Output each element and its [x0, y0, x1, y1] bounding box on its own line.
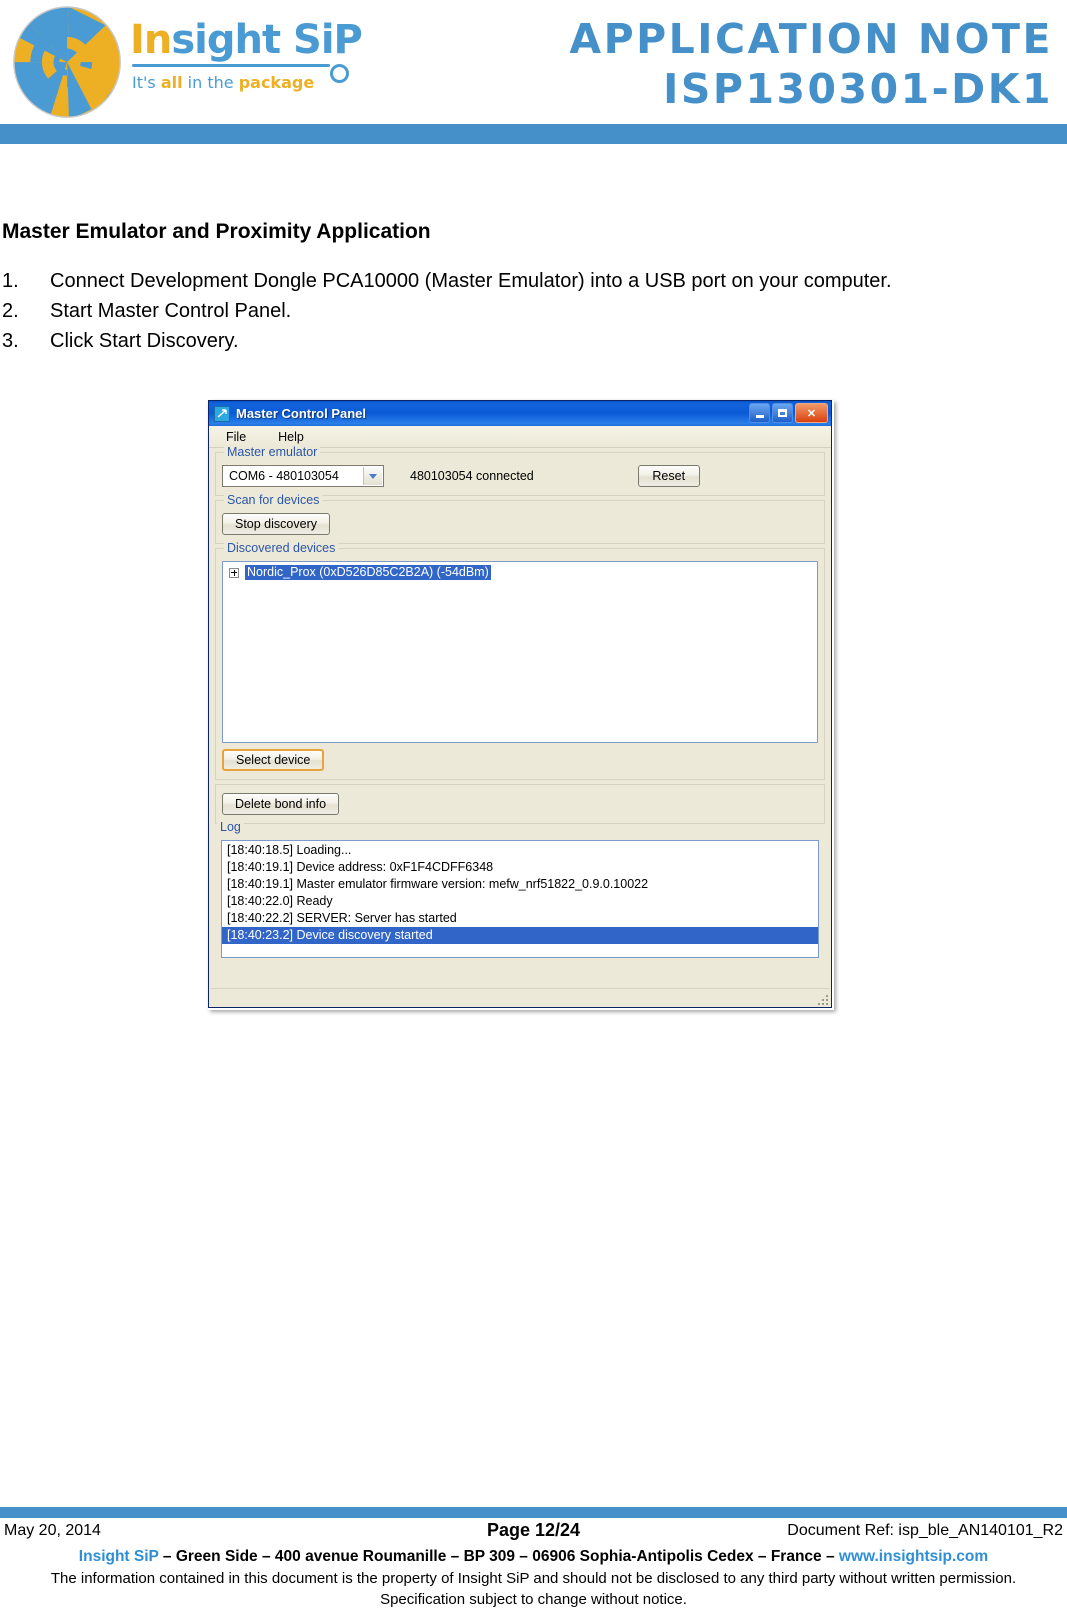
- footer-disclaimer-line2: Specification subject to change without …: [380, 1591, 687, 1608]
- window-client-area: Master emulator COM6 - 480103054 4801030…: [209, 445, 831, 964]
- window-statusbar: [210, 988, 830, 1006]
- logo-wordmark: Insight SiP It's all in the package: [130, 17, 363, 94]
- log-group: Log [18:40:18.5] Loading... [18:40:19.1]…: [215, 820, 825, 964]
- master-control-panel-window: Master Control Panel ✕ File Help Master …: [208, 400, 832, 1008]
- scan-for-devices-group: Scan for devices Stop discovery: [215, 493, 825, 544]
- list-item: 3. Click Start Discovery.: [2, 326, 1042, 356]
- minimize-button[interactable]: [749, 403, 770, 423]
- company-logo: Insight SiP It's all in the package: [8, 2, 363, 122]
- reset-button[interactable]: Reset: [637, 465, 700, 487]
- log-line: [18:40:19.1] Master emulator firmware ve…: [227, 877, 649, 891]
- log-line-selected: [18:40:23.2] Device discovery started: [222, 927, 818, 944]
- log-output[interactable]: [18:40:18.5] Loading... [18:40:19.1] Dev…: [221, 840, 819, 958]
- log-group-label: Log: [217, 820, 244, 834]
- globe-logo-icon: [13, 6, 121, 118]
- delete-bond-info-button[interactable]: Delete bond info: [222, 793, 340, 815]
- document-footer: May 20, 2014 Page 12/24 Document Ref: is…: [0, 1520, 1067, 1610]
- tagline-all: all: [160, 73, 183, 92]
- document-title: APPLICATION NOTE ISP130301-DK1: [569, 14, 1053, 114]
- bond-info-group: Delete bond info: [215, 784, 825, 824]
- list-item: 1. Connect Development Dongle PCA10000 (…: [2, 266, 1042, 296]
- tagline-inthe: in the: [182, 73, 239, 92]
- resize-grip-icon[interactable]: [816, 993, 828, 1005]
- minimize-icon: [755, 414, 764, 418]
- tagline-package: package: [238, 73, 315, 92]
- logo-wordmark-text: Insight SiP: [130, 17, 363, 63]
- header-accent-bar: [0, 124, 1067, 144]
- footer-website-link[interactable]: www.insightsip.com: [839, 1548, 988, 1565]
- master-emulator-row: COM6 - 480103054 480103054 connected Res…: [222, 465, 818, 487]
- menu-item-file[interactable]: File: [223, 429, 249, 445]
- list-item-text: Start Master Control Panel.: [50, 300, 292, 322]
- list-item[interactable]: Nordic_Prox (0xD526D85C2B2A) (-54dBm): [223, 564, 817, 581]
- chevron-down-icon[interactable]: [363, 467, 382, 485]
- list-item-text: Connect Development Dongle PCA10000 (Mas…: [50, 270, 892, 292]
- emulator-status-text: 480103054 connected: [410, 469, 534, 483]
- expand-plus-icon[interactable]: [229, 567, 239, 578]
- list-item-text: Click Start Discovery.: [50, 330, 239, 352]
- maximize-button[interactable]: [772, 403, 793, 423]
- footer-accent-bar: [0, 1507, 1067, 1518]
- close-icon: ✕: [806, 407, 817, 420]
- section-heading: Master Emulator and Proximity Applicatio…: [2, 220, 431, 243]
- com-port-value: COM6 - 480103054: [229, 469, 339, 483]
- footer-address-text: – Green Side – 400 avenue Roumanille – B…: [158, 1548, 839, 1565]
- close-button[interactable]: ✕: [795, 403, 828, 423]
- list-item-number: 1.: [2, 270, 19, 292]
- window-title: Master Control Panel: [236, 406, 367, 421]
- log-line: [18:40:22.2] SERVER: Server has started: [227, 911, 457, 925]
- select-device-row: Select device: [222, 749, 818, 771]
- discovered-devices-group-label: Discovered devices: [224, 541, 339, 555]
- window-controls: ✕: [749, 403, 828, 423]
- list-item: 2. Start Master Control Panel.: [2, 296, 1042, 326]
- document-header: Insight SiP It's all in the package APPL…: [0, 0, 1067, 148]
- menu-item-help[interactable]: Help: [275, 429, 307, 445]
- list-item-number: 3.: [2, 330, 19, 352]
- discovered-devices-list[interactable]: Nordic_Prox (0xD526D85C2B2A) (-54dBm): [222, 561, 818, 743]
- log-line: [18:40:18.5] Loading...: [227, 843, 352, 857]
- footer-disclaimer-line1: The information contained in this docume…: [50, 1570, 1017, 1587]
- select-device-button[interactable]: Select device: [222, 749, 325, 771]
- footer-company-name: Insight SiP: [78, 1548, 159, 1565]
- window-titlebar[interactable]: Master Control Panel ✕: [209, 401, 831, 426]
- log-line: [18:40:22.0] Ready: [227, 894, 333, 908]
- stop-discovery-button[interactable]: Stop discovery: [222, 513, 330, 535]
- discovered-devices-group: Discovered devices Nordic_Prox (0xD526D8…: [215, 541, 825, 780]
- document-title-line2: ISP130301-DK1: [663, 65, 1053, 113]
- logo-underline: [132, 64, 330, 67]
- maximize-icon: [778, 409, 787, 417]
- logo-word-sightsip: sight SiP: [171, 17, 363, 63]
- scan-for-devices-group-label: Scan for devices: [224, 493, 323, 507]
- caret-shape: [369, 473, 377, 479]
- logo-word-in: In: [130, 17, 172, 63]
- footer-doc-ref: Document Ref: isp_ble_AN140101_R2: [787, 1522, 1063, 1539]
- logo-ring-icon: [330, 64, 349, 83]
- master-emulator-group-label: Master emulator: [224, 445, 321, 459]
- document-title-line1: APPLICATION NOTE: [569, 15, 1053, 63]
- log-line: [18:40:19.1] Device address: 0xF1F4CDFF6…: [227, 860, 494, 874]
- reset-button-wrap: Reset: [637, 465, 700, 487]
- footer-top-row: May 20, 2014 Page 12/24 Document Ref: is…: [0, 1520, 1067, 1546]
- app-icon: [214, 405, 230, 422]
- instruction-list: 1. Connect Development Dongle PCA10000 (…: [2, 266, 1042, 356]
- tagline-its: It's: [132, 73, 161, 92]
- logo-tagline: It's all in the package: [132, 72, 345, 94]
- device-label: Nordic_Prox (0xD526D85C2B2A) (-54dBm): [245, 565, 491, 580]
- footer-address: Insight SiP – Green Side – 400 avenue Ro…: [0, 1546, 1067, 1568]
- list-item-number: 2.: [2, 300, 19, 322]
- com-port-select[interactable]: COM6 - 480103054: [222, 465, 384, 487]
- master-emulator-group: Master emulator COM6 - 480103054 4801030…: [215, 445, 825, 496]
